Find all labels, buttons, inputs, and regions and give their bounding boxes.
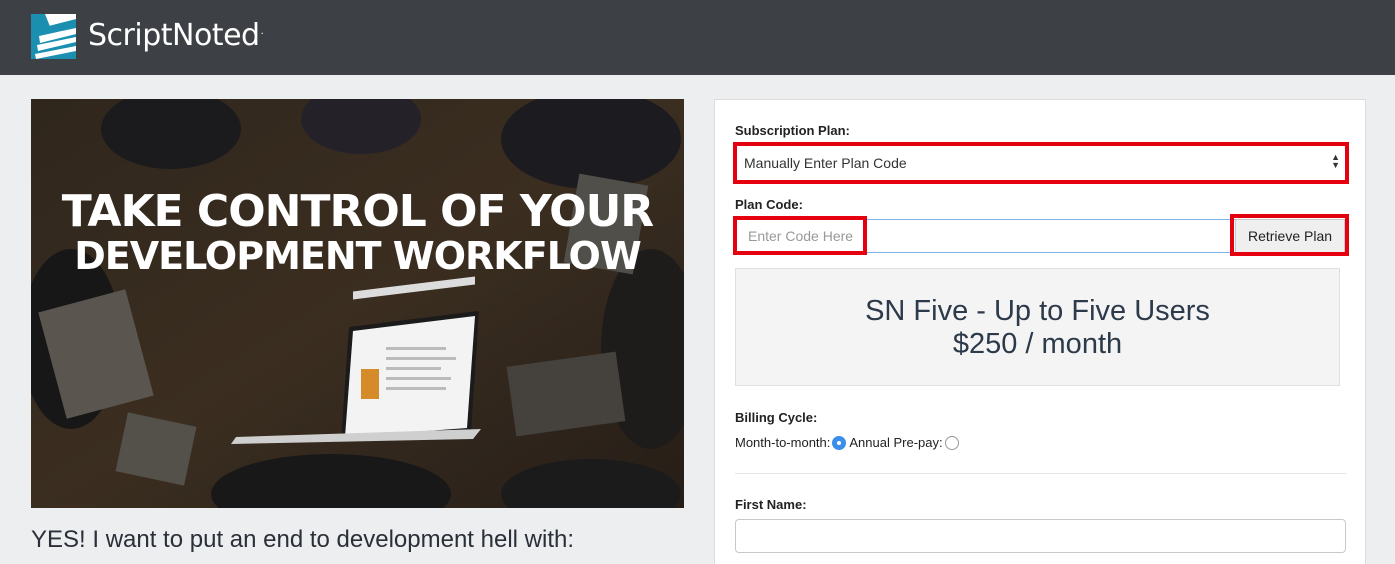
plan-price: $250 / month: [952, 328, 1123, 360]
highlight-box-retrieve: [1230, 214, 1349, 256]
plan-code-label: Plan Code:: [735, 197, 803, 212]
billing-option-annual-label: Annual Pre-pay:: [849, 435, 943, 450]
plan-summary-box: SN Five - Up to Five Users $250 / month: [735, 268, 1340, 386]
form-divider: [735, 473, 1346, 474]
highlight-box-plan-code: [733, 216, 867, 255]
scriptnoted-logo-icon[interactable]: [31, 14, 76, 59]
hero-background-image: [31, 99, 684, 508]
billing-option-monthly-radio[interactable]: [832, 435, 847, 450]
top-navigation-bar: ScriptNoted.: [0, 0, 1395, 75]
billing-cycle-options: Month-to-month: Annual Pre-pay:: [735, 435, 962, 450]
highlight-box-subscription: [733, 142, 1349, 184]
first-name-input[interactable]: [735, 519, 1346, 553]
billing-cycle-label: Billing Cycle:: [735, 410, 818, 425]
subscription-plan-label: Subscription Plan:: [735, 123, 850, 138]
plan-name: SN Five - Up to Five Users: [865, 295, 1210, 327]
brand-name[interactable]: ScriptNoted.: [88, 18, 264, 53]
hero-headline-line1: TAKE CONTROL OF YOUR: [61, 186, 654, 237]
hero-banner: TAKE CONTROL OF YOUR DEVELOPMENT WORKFLO…: [31, 99, 684, 508]
billing-option-monthly-label: Month-to-month:: [735, 435, 831, 450]
first-name-label: First Name:: [735, 497, 807, 512]
billing-option-annual-radio[interactable]: [944, 435, 959, 450]
hero-headline-line2: DEVELOPMENT WORKFLOW: [74, 234, 642, 278]
hero-headline: TAKE CONTROL OF YOUR DEVELOPMENT WORKFLO…: [31, 186, 684, 278]
tagline-text: YES! I want to put an end to development…: [31, 526, 574, 553]
